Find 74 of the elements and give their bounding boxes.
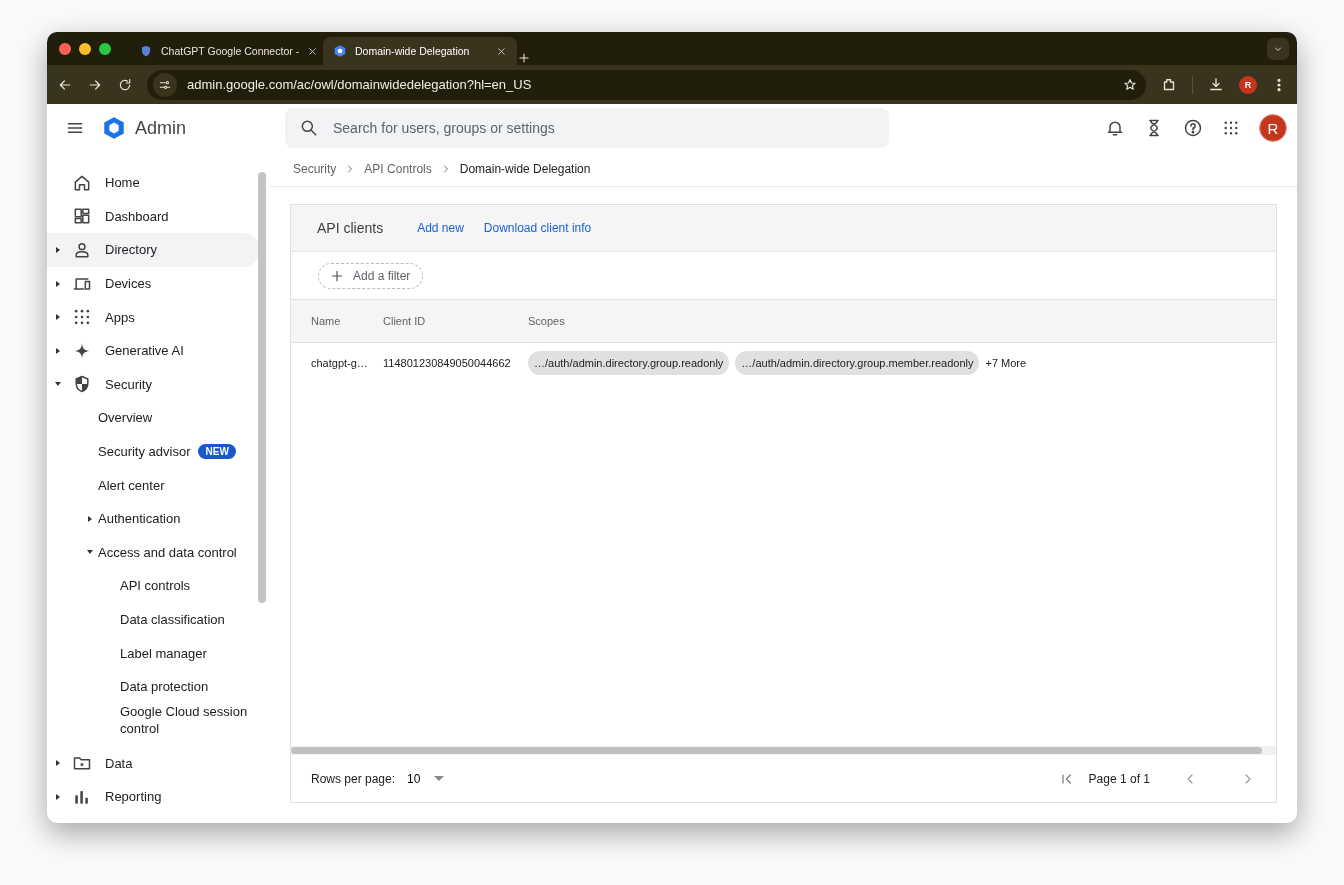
shield-icon [72,374,92,395]
person-icon [72,240,92,260]
card-title: API clients [317,220,384,236]
scope-chip: …/auth/admin.directory.group.member.readonly [735,351,980,375]
shield-icon [139,44,153,58]
column-header: Client ID [383,315,426,327]
breadcrumb-item[interactable]: API Controls [364,162,432,176]
nav-item[interactable]: Security advisor NEW [47,434,260,469]
browser-tab[interactable]: Domain-wide Delegation [323,37,517,65]
breadcrumb-item: Domain-wide Delegation [459,162,591,176]
caret-right-icon[interactable] [56,760,60,767]
action-link[interactable]: Add new [417,221,464,235]
rows-per-page-select[interactable]: 10 [407,771,445,786]
caret-right-icon[interactable] [56,314,60,321]
apps-grid-icon [1222,119,1240,137]
nav-item[interactable]: API controls [47,569,260,603]
new-tab-icon [517,51,531,65]
nav-item[interactable]: Google Cloud session control [47,703,250,738]
rows-per-page-label: Rows per page: [311,771,396,786]
dropdown-caret-icon [434,776,445,781]
reload-icon [117,76,133,93]
hexagon-icon [101,115,127,141]
more-link[interactable]: +7 More [985,357,1027,369]
caret-right-icon[interactable] [56,280,60,287]
nav-item[interactable]: Directory [47,233,260,267]
tab-search-button[interactable] [1267,38,1289,60]
nav-item[interactable]: Apps [47,300,260,334]
nav-item[interactable]: Dashboard [47,199,260,234]
table-cell: chatgpt-g… [311,357,368,369]
close-tab-icon [496,45,507,57]
caret-down-icon[interactable] [55,382,61,387]
caret-right-icon[interactable] [56,347,60,354]
account-avatar[interactable]: R [1259,114,1287,142]
profile-avatar[interactable]: R [1239,75,1257,94]
help-icon [1183,118,1203,138]
zoom-window-button[interactable] [99,42,111,55]
page-label: Page 1 of 1 [1088,771,1150,786]
caret-right-icon[interactable] [56,793,60,800]
browser-tab[interactable]: ChatGPT Google Connector - [129,37,323,65]
nav-item[interactable]: Reporting [47,780,260,814]
add-filter-button[interactable]: Add a filter [318,262,424,289]
column-header: Name [311,315,341,327]
nav-item[interactable]: Alert center [47,468,260,502]
column-header: Scopes [528,315,565,327]
nav-item[interactable]: Overview [47,401,260,435]
table-cell: 114801230849050044662 [383,357,511,369]
hexagon-icon [333,44,347,58]
minimize-window-button[interactable] [79,42,91,55]
nav-item[interactable]: Security [47,367,260,402]
nav-item[interactable]: Access and data control [47,535,260,570]
nav-item[interactable]: Data [47,746,260,781]
breadcrumb-item[interactable]: Security [293,162,337,176]
search-icon [299,118,319,138]
close-tab-icon [307,45,319,57]
scrollbar[interactable] [258,172,266,603]
star-icon [1122,76,1138,93]
caret-right-icon[interactable] [56,247,60,253]
caret-down-icon[interactable] [87,550,93,555]
caret-right-icon[interactable] [88,515,92,522]
nav-item[interactable]: Generative AI [47,333,260,368]
search-field[interactable]: Search for users, groups or settings [285,108,889,148]
close-window-button[interactable] [59,42,71,55]
new-badge: NEW [198,444,236,460]
nav-item[interactable]: Label manager [47,636,260,670]
nav-item[interactable]: Data protection [47,669,260,704]
nav-item[interactable]: Home [47,166,260,200]
scope-chip: …/auth/admin.directory.group.readonly [528,351,730,375]
nav-item[interactable]: Authentication [47,501,260,536]
nav-item[interactable]: Devices [47,266,260,301]
scrollbar[interactable] [291,747,1262,754]
nav-item[interactable]: Data classification [47,602,260,637]
address-bar[interactable]: admin.google.com/ac/owl/domainwidedelegation?hl=en_US [147,69,1146,100]
product-name: Admin [135,117,187,139]
action-link[interactable]: Download client info [483,221,592,235]
